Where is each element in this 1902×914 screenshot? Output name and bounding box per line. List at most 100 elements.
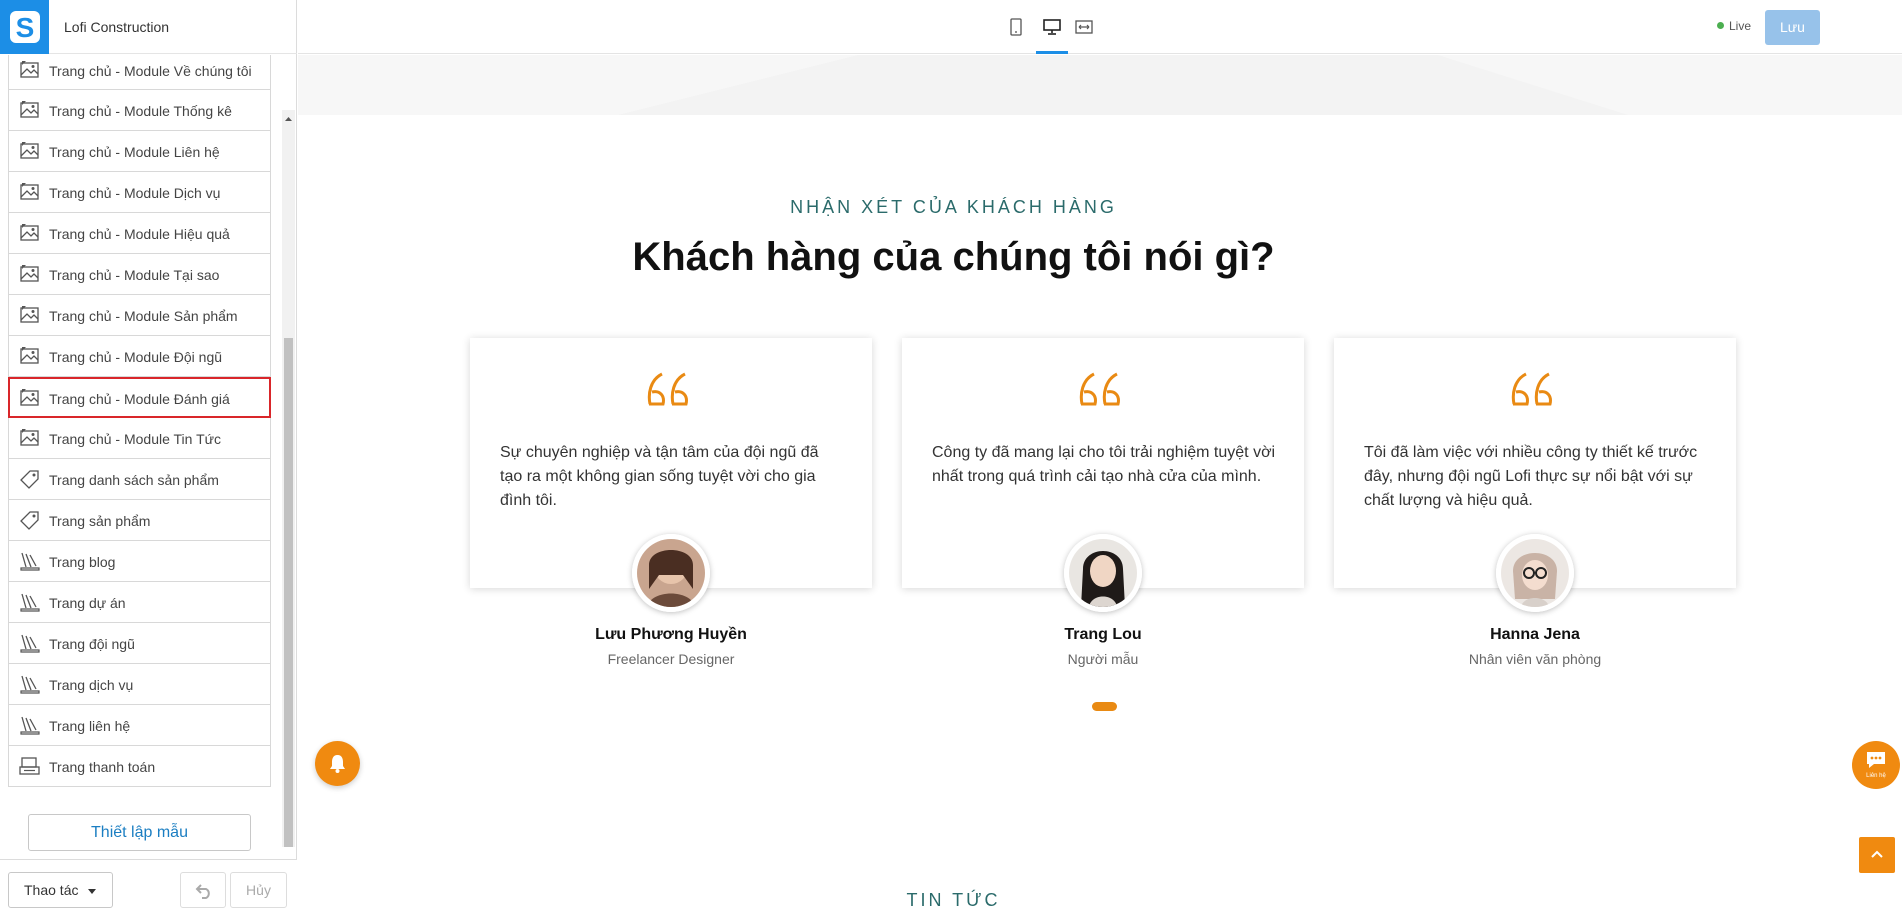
mobile-icon[interactable] — [1007, 18, 1025, 36]
testimonial-text: Tôi đã làm việc với nhiều công ty thiết … — [1364, 444, 1698, 509]
image-icon — [19, 223, 41, 243]
desktop-icon[interactable] — [1043, 18, 1061, 36]
bell-icon — [330, 755, 345, 773]
image-icon — [19, 141, 41, 161]
sidebar-item[interactable]: Trang danh sách sản phẩm — [8, 459, 271, 500]
cancel-button[interactable]: Hủy — [230, 872, 287, 908]
sidebar-item[interactable]: Trang chủ - Module Sản phẩm — [8, 295, 271, 336]
sidebar-item[interactable]: Trang chủ - Module Đánh giá — [8, 377, 271, 418]
image-icon — [19, 264, 41, 284]
sidebar-item-label: Trang blog — [49, 554, 116, 570]
pages-icon — [19, 592, 41, 612]
chevron-up-icon — [1871, 850, 1883, 858]
pages-icon — [19, 674, 41, 694]
avatar — [1064, 534, 1142, 612]
testimonial-role: Freelancer Designer — [607, 651, 735, 667]
image-icon — [19, 100, 41, 120]
notification-button[interactable] — [315, 741, 360, 786]
scroll-up-arrow-icon[interactable] — [282, 114, 295, 124]
section-eyebrow: NHẬN XÉT CỦA KHÁCH HÀNG — [790, 197, 1117, 217]
chat-label: Liên hệ — [1866, 773, 1886, 779]
sidebar-item-label: Trang dịch vụ — [49, 677, 134, 693]
sidebar-item[interactable]: Trang sản phẩm — [8, 500, 271, 541]
pages-icon — [19, 633, 41, 653]
sidebar-item[interactable]: Trang blog — [8, 541, 271, 582]
scrollbar-thumb[interactable] — [284, 338, 293, 847]
live-status-label: Live — [1729, 19, 1752, 33]
testimonial-role: Nhân viên văn phòng — [1468, 651, 1602, 667]
testimonial-text: Công ty đã mang lại cho tôi trải nghiệm … — [932, 444, 1276, 485]
scrollbar[interactable] — [282, 110, 295, 847]
image-icon — [19, 346, 41, 366]
avatar — [1496, 534, 1574, 612]
sidebar-item-label: Trang chủ - Module Liên hệ — [49, 144, 220, 160]
quote-icon — [1511, 372, 1552, 406]
testimonial-name: Hanna Jena — [1490, 626, 1580, 643]
image-icon — [19, 182, 41, 202]
live-status: Live — [1717, 19, 1751, 33]
site-name: Lofi Construction — [64, 19, 170, 35]
sidebar-item[interactable]: Trang dịch vụ — [8, 664, 271, 705]
page-list: Trang chủ - Module Về chúng tôi Trang chủ… — [0, 55, 297, 847]
sidebar-item-label: Trang đội ngũ — [49, 636, 135, 652]
fullwidth-icon[interactable] — [1075, 18, 1093, 36]
checkout-icon — [19, 756, 41, 776]
quote-icon — [647, 372, 688, 406]
sidebar-item[interactable]: Trang chủ - Module Hiệu quả — [8, 213, 271, 254]
sidebar-item[interactable]: Trang dự án — [8, 582, 271, 623]
actions-dropdown[interactable]: Thao tác — [8, 872, 113, 908]
sidebar-bottom-bar: Thao tác Hủy — [0, 859, 297, 914]
undo-icon — [195, 884, 210, 899]
sidebar-item[interactable]: Trang đội ngũ — [8, 623, 271, 664]
tag-icon — [19, 469, 41, 489]
brand-header: S Lofi Construction — [0, 0, 297, 54]
sidebar: S Lofi Construction Trang chủ - Module V… — [0, 0, 297, 914]
sidebar-item-label: Trang danh sách sản phẩm — [49, 472, 219, 488]
sidebar-item[interactable]: Trang thanh toán — [8, 746, 271, 787]
save-button[interactable]: Lưu — [1765, 10, 1820, 45]
sidebar-item-label: Trang chủ - Module Tin Tức — [49, 431, 221, 447]
section-heading: Khách hàng của chúng tôi nói gì? — [632, 235, 1275, 279]
sidebar-item-label: Trang dự án — [49, 595, 126, 611]
editor-toolbar: Live Lưu — [298, 0, 1902, 54]
sidebar-item-label: Trang thanh toán — [49, 759, 156, 775]
preview-canvas: NHẬN XÉT CỦA KHÁCH HÀNG Khách hàng của c… — [298, 55, 1902, 914]
contact-chat-button[interactable]: Liên hệ — [1852, 741, 1900, 789]
template-setup-button[interactable]: Thiết lập mẫu — [28, 814, 251, 851]
sidebar-item-label: Trang chủ - Module Dịch vụ — [49, 185, 221, 201]
caret-down-icon — [88, 889, 96, 894]
sidebar-item[interactable]: Trang chủ - Module Tin Tức — [8, 418, 271, 459]
testimonial-name: Trang Lou — [1064, 626, 1142, 643]
pages-icon — [19, 715, 41, 735]
sidebar-item-label: Trang sản phẩm — [49, 513, 151, 529]
sidebar-item-label: Trang chủ - Module Sản phẩm — [49, 308, 238, 324]
quote-icon — [1079, 372, 1120, 406]
image-icon — [19, 60, 41, 80]
image-icon — [19, 388, 41, 408]
sidebar-item[interactable]: Trang liên hệ — [8, 705, 271, 746]
sidebar-item-label: Trang chủ - Module Đánh giá — [49, 391, 230, 407]
sidebar-item-label: Trang chủ - Module Tại sao — [49, 267, 220, 283]
sidebar-item-label: Trang chủ - Module Hiệu quả — [49, 226, 230, 242]
pages-icon — [19, 551, 41, 571]
avatar — [632, 534, 710, 612]
sidebar-item[interactable]: Trang chủ - Module Đội ngũ — [8, 336, 271, 377]
sidebar-item[interactable]: Trang chủ - Module Về chúng tôi — [8, 55, 271, 90]
decorative-banner-edge — [298, 55, 1902, 115]
sidebar-item[interactable]: Trang chủ - Module Thống kê — [8, 90, 271, 131]
sidebar-item[interactable]: Trang chủ - Module Dịch vụ — [8, 172, 271, 213]
sidebar-item[interactable]: Trang chủ - Module Liên hệ — [8, 131, 271, 172]
carousel-dot[interactable] — [1092, 702, 1117, 711]
image-icon — [19, 305, 41, 325]
s-logo-icon[interactable]: S — [0, 0, 49, 54]
testimonial-role: Người mẫu — [1067, 651, 1139, 667]
news-section-title: TIN TỨC — [906, 890, 1001, 910]
sidebar-item-label: Trang chủ - Module Đội ngũ — [49, 349, 223, 365]
testimonial-name: Lưu Phương Huyền — [595, 626, 747, 643]
back-to-top-button[interactable] — [1859, 837, 1895, 873]
image-icon — [19, 428, 41, 448]
sidebar-item[interactable]: Trang chủ - Module Tại sao — [8, 254, 271, 295]
svg-text:S: S — [16, 12, 35, 43]
live-dot-icon — [1717, 22, 1724, 29]
undo-button[interactable] — [180, 872, 226, 908]
